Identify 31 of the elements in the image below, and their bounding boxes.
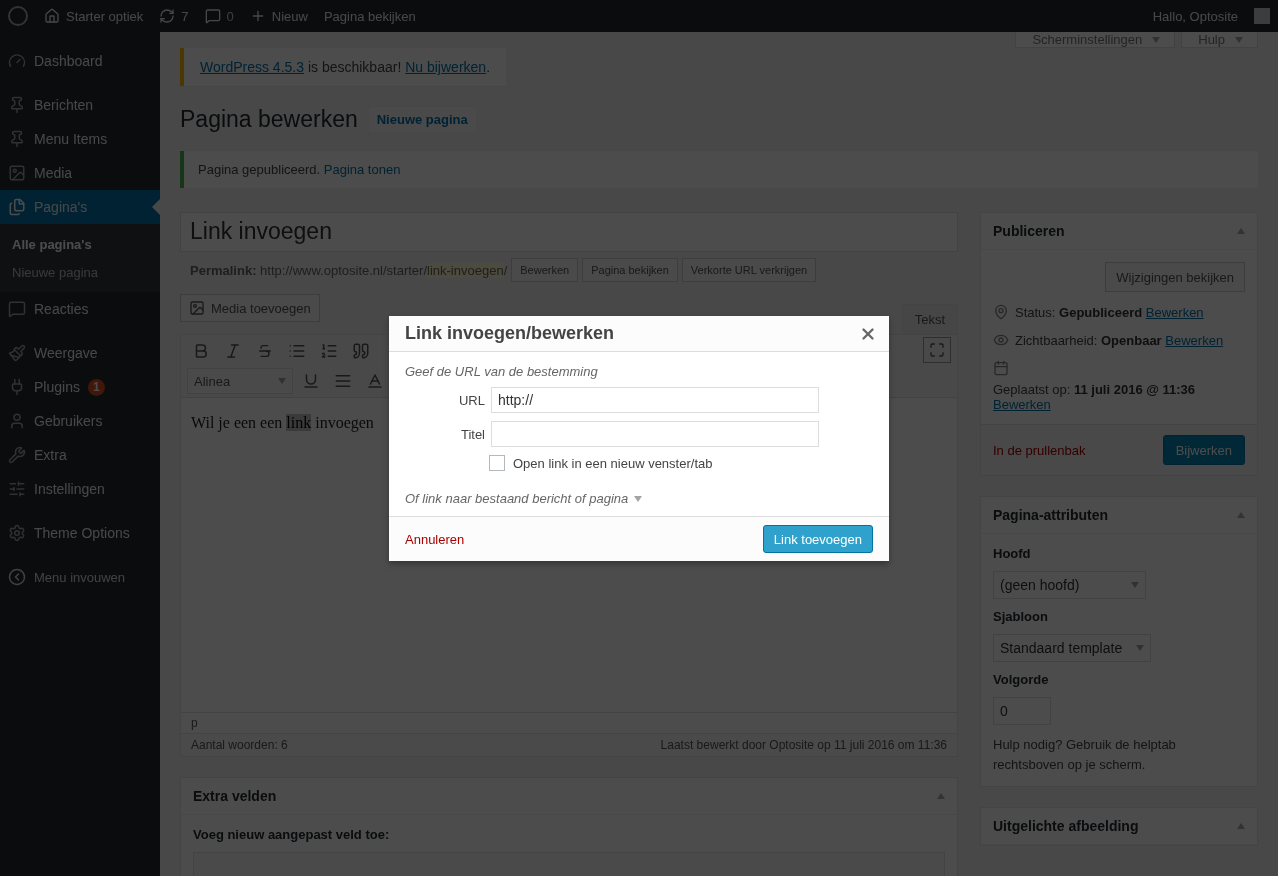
publish-info: Status: Gepubliceerd Bewerken: [1015, 304, 1204, 320]
cancel-link[interactable]: Annuleren: [405, 531, 465, 547]
field-label: URL: [458, 392, 485, 408]
field-label: Sjabloon: [993, 609, 1049, 624]
edit-link[interactable]: Bewerken: [993, 397, 1051, 412]
help-text: Hulp nodig? Gebruik de helptab rechtsboven op je scherm.: [993, 736, 1177, 774]
title-field[interactable]: [491, 421, 819, 447]
edit-link[interactable]: Bewerken: [1145, 304, 1204, 320]
edit-link[interactable]: Bewerken: [1165, 332, 1224, 348]
notice-link[interactable]: WordPress 4.5.3: [200, 59, 304, 75]
checkbox[interactable]: [489, 455, 505, 471]
section-label: Voeg nieuw aangepast veld toe:: [193, 827, 391, 842]
add-link-button[interactable]: Link toevoegen: [762, 525, 873, 553]
view-page-link[interactable]: Pagina tonen: [323, 162, 401, 177]
field-label: Volgorde: [993, 672, 1050, 687]
search-toggle[interactable]: Of link naar bestaand bericht of pagina: [405, 491, 873, 506]
field-label: Titel: [459, 426, 485, 442]
caret-icon: [634, 495, 643, 502]
box-title: Extra velden: [193, 788, 277, 804]
box-title: Uitgelichte afbeelding: [993, 818, 1139, 834]
dialog-title: Link invoegen/bewerken: [405, 323, 615, 344]
trash-link[interactable]: In de prullenbak: [993, 442, 1086, 458]
publish-info: Zichtbaarheid: Openbaar Bewerken: [1015, 332, 1224, 348]
checkbox-label: Open link in een nieuw venster/tab: [513, 455, 713, 471]
page-title: Pagina bewerken: [180, 106, 358, 133]
box-title: Pagina-attributen: [993, 507, 1109, 523]
field-label: Hoofd: [993, 546, 1032, 561]
box-title: Publiceren: [993, 223, 1065, 239]
url-field[interactable]: http://: [491, 387, 819, 413]
notice-link[interactable]: Nu bijwerken: [405, 59, 487, 75]
instruction-text: Geef de URL van de bestemming: [405, 364, 599, 379]
